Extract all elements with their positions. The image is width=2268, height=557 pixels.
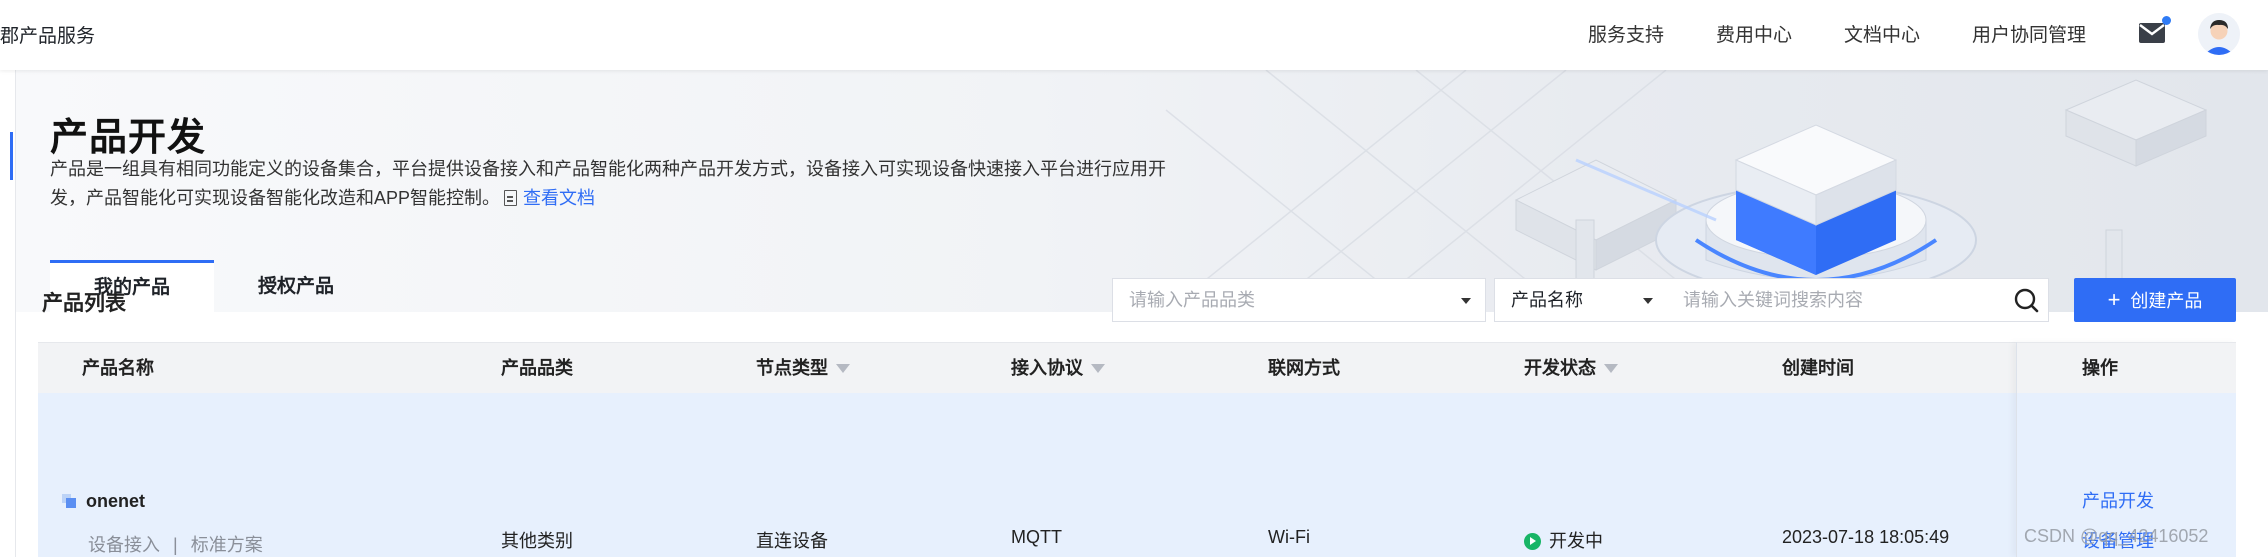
network-cell: Wi-Fi [1268, 527, 1310, 547]
table-row[interactable]: onenet 设备接入 | 标准方案 其他类别 直连设备 MQTT Wi-Fi … [38, 393, 2236, 557]
side-rail [0, 70, 16, 557]
plus-icon: + [2107, 287, 2121, 312]
col-status: 开发状态 [1524, 343, 1618, 393]
page-title: 产品开发 [50, 117, 207, 159]
filter-icon[interactable] [1091, 364, 1105, 373]
active-indicator [10, 132, 13, 180]
nav-billing[interactable]: 费用中心 [1716, 20, 1792, 47]
play-icon [1524, 533, 1541, 550]
search-icon [2014, 288, 2039, 313]
search-placeholder: 请输入关键词搜索内容 [1683, 290, 1863, 310]
category-select[interactable]: 请输入产品品类 [1112, 278, 1486, 322]
col-protocol-label: 接入协议 [1011, 358, 1083, 378]
col-category: 产品品类 [501, 358, 573, 378]
product-icon [62, 494, 76, 508]
product-name-cell: onenet [62, 491, 145, 512]
breadcrumb[interactable]: 郡产品服务 [0, 21, 95, 48]
mail-icon[interactable] [2137, 16, 2171, 47]
product-name[interactable]: onenet [86, 491, 145, 511]
create-product-button[interactable]: + 创建产品 [2074, 278, 2236, 322]
protocol-cell: MQTT [1011, 527, 1062, 547]
filter-icon[interactable] [1604, 364, 1618, 373]
col-node-type-label: 节点类型 [756, 358, 828, 378]
nav-docs[interactable]: 文档中心 [1844, 20, 1920, 47]
chevron-down-icon [1643, 298, 1653, 304]
col-created: 创建时间 [1782, 358, 1854, 378]
nav-support[interactable]: 服务支持 [1588, 20, 1664, 47]
view-docs-link[interactable]: 查看文档 [523, 188, 595, 208]
status-cell: 开发中 [1524, 527, 1603, 553]
top-bar: 郡产品服务 服务支持 费用中心 文档中心 用户协同管理 [0, 0, 2268, 70]
avatar[interactable] [2198, 13, 2240, 55]
actions-column-divider [2016, 342, 2237, 557]
header-banner: 产品开发 产品是一组具有相同功能定义的设备集合，平台提供设备接入和产品智能化两种… [16, 70, 2268, 312]
create-product-label: 创建产品 [2130, 291, 2203, 311]
col-node-type: 节点类型 [756, 343, 850, 393]
chevron-down-icon [1461, 298, 1471, 304]
notification-dot [2162, 16, 2171, 25]
table-header: 产品名称 产品品类 节点类型 接入协议 联网方式 开发状态 创建时间 操作 [38, 342, 2236, 394]
status-text: 开发中 [1549, 531, 1603, 551]
tag-separator: | [173, 535, 178, 555]
search-input[interactable]: 请输入关键词搜索内容 [1667, 278, 2006, 322]
field-select-value: 产品名称 [1511, 290, 1583, 310]
col-status-label: 开发状态 [1524, 358, 1596, 378]
access-type: 设备接入 [88, 535, 160, 555]
watermark: CSDN @qq_42416052 [2024, 526, 2209, 546]
document-icon [504, 190, 518, 206]
scheme-type: 标准方案 [190, 535, 263, 555]
tab-authorized-products[interactable]: 授权产品 [214, 260, 378, 312]
category-placeholder: 请输入产品品类 [1129, 290, 1255, 310]
node-type-cell: 直连设备 [756, 531, 828, 551]
field-select[interactable]: 产品名称 [1494, 278, 1668, 322]
col-product-name: 产品名称 [82, 358, 154, 378]
col-network: 联网方式 [1268, 358, 1340, 378]
col-protocol: 接入协议 [1011, 343, 1105, 393]
description-text: 产品是一组具有相同功能定义的设备集合，平台提供设备接入和产品智能化两种产品开发方… [50, 159, 1166, 208]
created-cell: 2023-07-18 18:05:49 [1782, 527, 1950, 547]
filter-icon[interactable] [836, 364, 850, 373]
list-title: 产品列表 [42, 292, 126, 315]
nav-user-collab[interactable]: 用户协同管理 [1972, 20, 2086, 47]
search-button[interactable] [2005, 278, 2049, 322]
page-description: 产品是一组具有相同功能定义的设备集合，平台提供设备接入和产品智能化两种产品开发方… [50, 155, 1190, 213]
product-tags: 设备接入 | 标准方案 [88, 531, 263, 557]
category-cell: 其他类别 [501, 531, 573, 551]
